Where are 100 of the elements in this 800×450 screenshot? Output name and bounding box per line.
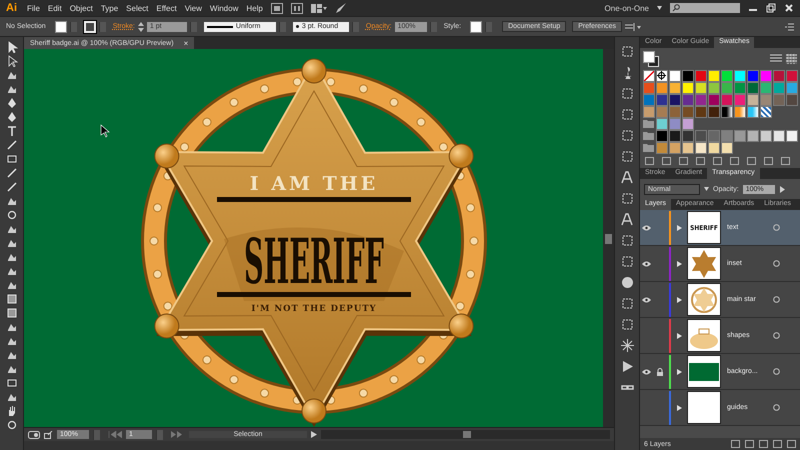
horizontal-scrollbar[interactable] <box>321 430 610 439</box>
color-swatch[interactable] <box>656 70 668 82</box>
grid-view-icon[interactable] <box>786 54 797 64</box>
stroke-swatch[interactable] <box>84 20 96 32</box>
rectangle-icon[interactable] <box>6 153 18 165</box>
zoom-icon[interactable] <box>6 419 18 431</box>
target-icon[interactable] <box>773 296 780 303</box>
color-swatch[interactable] <box>786 94 798 106</box>
color-swatch[interactable] <box>760 94 772 106</box>
toggle-icon[interactable] <box>28 430 40 438</box>
close-icon[interactable] <box>784 3 794 13</box>
color-swatch[interactable] <box>786 130 798 142</box>
eye-icon[interactable] <box>642 224 651 230</box>
color-swatch[interactable] <box>773 130 785 142</box>
expand-triangle-icon[interactable] <box>677 368 682 374</box>
target-icon[interactable] <box>773 260 780 267</box>
color-swatch[interactable] <box>747 106 759 118</box>
color-swatch[interactable] <box>721 82 733 94</box>
color-swatch[interactable] <box>682 106 694 118</box>
color-swatch[interactable] <box>708 130 720 142</box>
list-view-icon[interactable] <box>770 54 782 64</box>
target-icon[interactable] <box>773 404 780 411</box>
menu-item[interactable]: Help <box>246 4 263 12</box>
rocket-icon[interactable] <box>334 2 347 14</box>
color-swatch[interactable] <box>747 94 759 106</box>
style-swatch[interactable] <box>470 20 482 32</box>
color-swatch[interactable] <box>773 82 785 94</box>
color-swatch[interactable] <box>643 106 655 118</box>
color-swatch[interactable] <box>734 70 746 82</box>
color-swatch[interactable] <box>669 94 681 106</box>
arrange-icon[interactable] <box>625 22 641 32</box>
menu-item[interactable]: Window <box>210 4 238 12</box>
arrange-documents-icon[interactable] <box>310 2 327 14</box>
menu-item[interactable]: Edit <box>48 4 62 12</box>
color-swatch[interactable] <box>721 142 733 154</box>
color-swatch[interactable] <box>669 82 681 94</box>
stock-icon[interactable] <box>290 2 303 14</box>
color-swatch[interactable] <box>721 106 733 118</box>
color-swatch[interactable] <box>734 82 746 94</box>
folder-icon[interactable] <box>643 131 654 140</box>
menu-item[interactable]: Object <box>70 4 93 12</box>
color-swatch[interactable] <box>682 142 694 154</box>
vertical-scrollbar[interactable] <box>603 49 614 427</box>
color-swatch[interactable] <box>695 82 707 94</box>
lock-icon[interactable] <box>656 368 662 376</box>
color-swatch[interactable] <box>786 70 798 82</box>
color-swatch[interactable] <box>656 142 668 154</box>
color-swatch[interactable] <box>669 106 681 118</box>
fill-swatch[interactable] <box>54 20 67 32</box>
color-swatch[interactable] <box>656 106 668 118</box>
play-icon[interactable] <box>778 184 786 194</box>
color-swatch[interactable] <box>669 118 681 130</box>
color-swatch[interactable] <box>721 94 733 106</box>
color-swatch[interactable] <box>682 130 694 142</box>
rotate-icon[interactable] <box>6 209 18 221</box>
color-swatch[interactable] <box>760 106 772 118</box>
color-swatch[interactable] <box>721 130 733 142</box>
play-icon[interactable] <box>311 431 318 438</box>
first-page-icon[interactable] <box>108 431 122 438</box>
expand-triangle-icon[interactable] <box>677 404 682 410</box>
color-swatch[interactable] <box>747 70 759 82</box>
expand-triangle-icon[interactable] <box>677 296 682 302</box>
menu-item[interactable]: File <box>27 4 40 12</box>
color-swatch[interactable] <box>708 94 720 106</box>
color-swatch[interactable] <box>708 106 720 118</box>
color-swatch[interactable] <box>734 94 746 106</box>
expand-triangle-icon[interactable] <box>677 224 682 230</box>
tab-close[interactable]: × <box>184 38 188 48</box>
color-swatch[interactable] <box>682 70 694 82</box>
color-swatch[interactable] <box>760 130 772 142</box>
menu-item[interactable]: Effect <box>156 4 177 12</box>
color-swatch[interactable] <box>734 106 746 118</box>
color-swatch[interactable] <box>656 118 668 130</box>
target-icon[interactable] <box>773 332 780 339</box>
color-swatch[interactable] <box>669 130 681 142</box>
color-swatch[interactable] <box>773 70 785 82</box>
mesh-icon[interactable] <box>6 293 18 305</box>
color-swatch[interactable] <box>708 82 720 94</box>
folder-icon[interactable] <box>643 143 654 152</box>
color-swatch[interactable] <box>734 130 746 142</box>
color-swatch[interactable] <box>760 82 772 94</box>
color-swatch[interactable] <box>786 82 798 94</box>
color-swatch[interactable] <box>708 70 720 82</box>
color-swatch[interactable] <box>721 70 733 82</box>
menu-item[interactable]: Type <box>100 4 118 12</box>
color-swatch[interactable] <box>669 70 681 82</box>
color-swatch[interactable] <box>773 94 785 106</box>
share-icon[interactable] <box>44 430 54 438</box>
color-swatch[interactable] <box>760 70 772 82</box>
color-swatch[interactable] <box>747 82 759 94</box>
eye-icon[interactable] <box>642 296 651 302</box>
caret-icon[interactable] <box>704 187 709 191</box>
color-swatch[interactable] <box>695 70 707 82</box>
character-icon[interactable] <box>620 171 634 184</box>
color-swatch[interactable] <box>656 82 668 94</box>
workspace-switcher[interactable]: One-on-One <box>604 4 649 12</box>
artboard-icon[interactable] <box>6 377 18 389</box>
selection-arrow-icon[interactable] <box>6 41 18 53</box>
color-swatch[interactable] <box>695 106 707 118</box>
caret-icon[interactable] <box>657 6 662 10</box>
